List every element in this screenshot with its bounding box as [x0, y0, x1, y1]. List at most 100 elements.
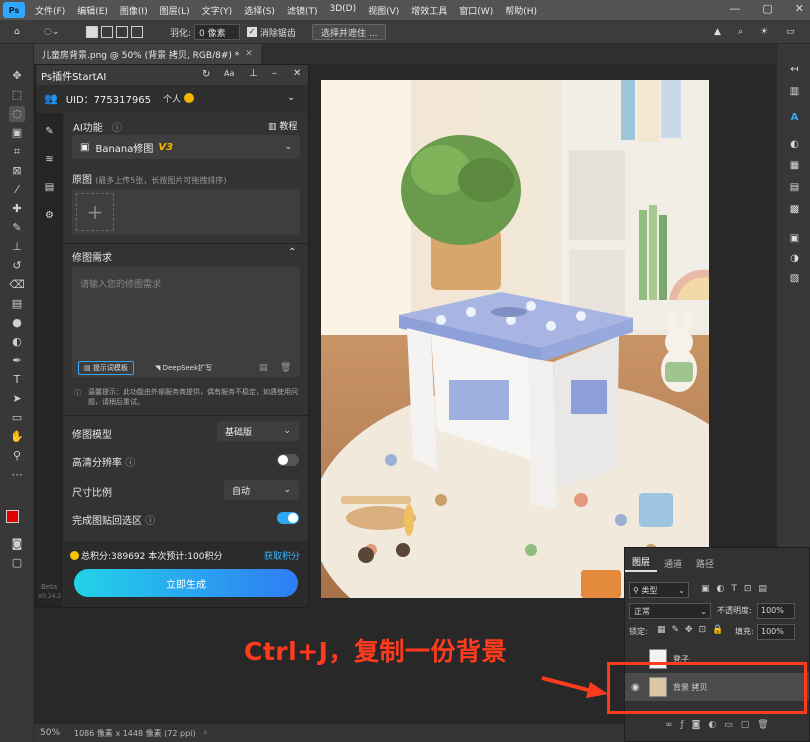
ratio-select[interactable]: 自动 ⌄ — [224, 480, 299, 500]
pen-tool-icon[interactable]: ✒ — [9, 353, 25, 369]
zoom-tool-icon[interactable]: ⚲ — [9, 448, 25, 464]
layers-nav-icon[interactable]: ≋ — [43, 153, 56, 166]
home-icon[interactable]: ⌂ — [14, 24, 20, 40]
menu-item[interactable]: 图层(L) — [154, 4, 196, 17]
tab-paths[interactable]: 路径 — [689, 557, 721, 570]
swatches-panel-icon[interactable]: ▦ — [788, 160, 801, 172]
select-and-mask-button[interactable]: 选择并遮住 ... — [312, 24, 387, 40]
blend-mode-select[interactable]: 正常 ⌄ — [629, 603, 711, 619]
menu-item[interactable]: 文件(F) — [29, 4, 71, 17]
search-icon[interactable]: ⌕ — [738, 24, 743, 40]
healing-brush-icon[interactable]: ✚ — [9, 201, 25, 217]
menu-item[interactable]: 滤镜(T) — [281, 4, 324, 17]
settings-nav-icon[interactable]: ⚙ — [43, 209, 56, 222]
requirement-textarea[interactable]: 请输入您的修图需求 ▤ 提示词模板 ◥ DeepSeek扩写 ▤ 🗑 — [72, 267, 300, 377]
status-arrow-icon[interactable]: › — [204, 728, 208, 738]
minimize-panel-icon[interactable]: – — [272, 68, 277, 79]
edit-nav-icon[interactable]: ✎ — [43, 125, 56, 138]
menu-item[interactable]: 帮助(H) — [499, 4, 543, 17]
more-tools-icon[interactable]: ⋯ — [9, 467, 25, 483]
get-points-link[interactable]: 获取积分 — [264, 549, 300, 562]
collapse-user-icon[interactable]: ⌄ — [287, 92, 295, 103]
photoshop-logo[interactable]: Ps — [3, 2, 25, 18]
generate-button[interactable]: 立即生成 — [74, 569, 298, 597]
add-selection-icon[interactable] — [100, 26, 113, 38]
layer-actions-bar[interactable]: ∞ƒ◙◐▭▢🗑 — [665, 720, 777, 730]
discover-icon[interactable]: ☀ — [760, 24, 768, 40]
menu-item[interactable]: 窗口(W) — [453, 4, 499, 17]
marquee-tool-icon[interactable]: ⬚ — [9, 87, 25, 103]
tutorial-link[interactable]: ▥ 教程 — [268, 119, 297, 132]
foreground-color-swatch[interactable] — [6, 510, 19, 523]
trash-icon[interactable]: 🗑 — [280, 363, 291, 373]
menu-item[interactable]: 3D(D) — [323, 4, 362, 17]
intersect-selection-icon[interactable] — [130, 26, 143, 38]
close-tab-icon[interactable]: ✕ — [245, 49, 253, 59]
clone-stamp-icon[interactable]: ⊥ — [9, 239, 25, 255]
lasso-tool-icon[interactable]: ◌ — [9, 106, 25, 122]
layer-filter-select[interactable]: ⚲ 类型 ⌄ — [629, 582, 689, 598]
history-brush-icon[interactable]: ↺ — [9, 258, 25, 274]
antialias-checkbox[interactable]: ✓ 消除锯齿 — [247, 24, 296, 40]
prompt-template-button[interactable]: ▤ 提示词模板 — [78, 361, 134, 375]
ai-function-select[interactable]: ▣ Banana修图 V3 ⌄ — [72, 135, 300, 159]
hires-info-icon[interactable]: ⓘ — [125, 458, 135, 469]
model-select[interactable]: 基础版 ⌄ — [217, 421, 299, 441]
collapse-requirement-icon[interactable]: ⌃ — [288, 247, 296, 258]
workspace-icon[interactable]: ▭ — [786, 24, 795, 40]
quick-mask-icon[interactable]: ◙ — [9, 536, 25, 552]
maximize-icon[interactable]: ▢ — [762, 2, 772, 15]
color-panel-icon[interactable]: ◐ — [788, 139, 801, 151]
deepseek-button[interactable]: ◥ DeepSeek扩写 — [152, 361, 215, 375]
selection-mode-buttons[interactable] — [86, 24, 143, 40]
paste-back-toggle[interactable] — [277, 512, 299, 524]
properties-panel-icon[interactable]: ▥ — [788, 86, 801, 98]
info-icon[interactable]: ⓘ — [112, 119, 122, 134]
gradients-panel-icon[interactable]: ▤ — [788, 182, 801, 194]
tab-channels[interactable]: 通道 — [657, 557, 689, 570]
libraries-panel-icon[interactable]: ▣ — [788, 233, 801, 245]
paste-back-info-icon[interactable]: ⓘ — [145, 516, 155, 527]
fill-input[interactable]: 100% — [757, 624, 795, 640]
move-tool-icon[interactable]: ✥ — [9, 68, 25, 84]
minimize-icon[interactable]: — — [729, 2, 740, 15]
adjustments-panel-icon[interactable]: ◑ — [788, 253, 801, 265]
zoom-level[interactable]: 50% — [40, 728, 70, 738]
path-select-tool-icon[interactable]: ➤ — [9, 391, 25, 407]
menu-item[interactable]: 选择(S) — [238, 4, 281, 17]
menu-item[interactable]: 增效工具 — [405, 4, 453, 17]
rectangle-tool-icon[interactable]: ▭ — [9, 410, 25, 426]
font-size-icon[interactable]: Aa — [224, 69, 234, 78]
brush-tool-icon[interactable]: ✎ — [9, 220, 25, 236]
pin-icon[interactable]: ⊥ — [249, 68, 258, 79]
document-nav-icon[interactable]: ▤ — [43, 181, 56, 194]
object-select-tool-icon[interactable]: ▣ — [9, 125, 25, 141]
eraser-tool-icon[interactable]: ⌫ — [9, 277, 25, 293]
canvas-image[interactable] — [321, 80, 709, 598]
crop-tool-icon[interactable]: ⌗ — [9, 144, 25, 160]
new-selection-icon[interactable] — [86, 26, 98, 38]
add-image-button[interactable]: + — [76, 193, 114, 231]
checkbox-icon[interactable]: ✓ — [247, 27, 257, 37]
type-tool-icon[interactable]: T — [9, 372, 25, 388]
close-panel-icon[interactable]: ✕ — [293, 68, 301, 79]
lasso-tool-preset-icon[interactable]: ◌⌄ — [44, 24, 59, 40]
menu-item[interactable]: 图像(I) — [114, 4, 154, 17]
menu-item[interactable]: 文字(Y) — [196, 4, 239, 17]
close-icon[interactable]: ✕ — [795, 2, 804, 15]
dodge-tool-icon[interactable]: ◐ — [9, 334, 25, 350]
gradient-tool-icon[interactable]: ▤ — [9, 296, 25, 312]
frame-tool-icon[interactable]: ⊠ — [9, 163, 25, 179]
document-tab[interactable]: 儿童房背景.png @ 50% (背景 拷贝, RGB/8#) * ✕ — [34, 44, 261, 64]
menu-item[interactable]: 编辑(E) — [71, 4, 114, 17]
share-icon[interactable]: ▲ — [714, 24, 721, 40]
blur-tool-icon[interactable]: ● — [9, 315, 25, 331]
history-panel-icon[interactable]: ↤ — [788, 64, 801, 76]
layer-filter-icons[interactable]: ▣◐T⊡▤ — [701, 584, 774, 594]
history-icon[interactable]: ▤ — [259, 363, 268, 373]
refresh-icon[interactable]: ↻ — [202, 69, 210, 80]
startai-panel-icon[interactable]: A — [788, 112, 801, 124]
hand-tool-icon[interactable]: ✋ — [9, 429, 25, 445]
screen-mode-icon[interactable]: ▢ — [9, 555, 25, 571]
lock-icons[interactable]: ▦✎✥⊡🔒 — [657, 625, 729, 635]
